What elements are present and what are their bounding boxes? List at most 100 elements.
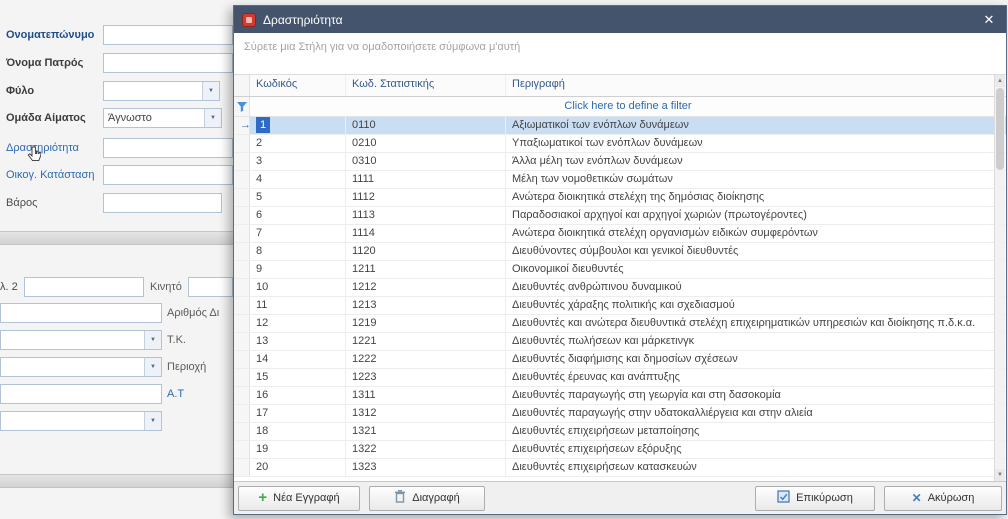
cell-description[interactable]: Διευθυντές ανθρώπινου δυναμικού — [506, 279, 1006, 296]
table-row[interactable]: 201323Διευθυντές επιχειρήσεων κατασκευών — [234, 459, 1006, 477]
table-row[interactable]: 161311Διευθυντές παραγωγής στη γεωργία κ… — [234, 387, 1006, 405]
filter-hint[interactable]: Click here to define a filter — [250, 97, 1006, 116]
delete-button[interactable]: Διαγραφή — [369, 486, 485, 511]
scroll-down-arrow[interactable]: ▼ — [995, 469, 1005, 481]
group-by-panel[interactable]: Σύρετε μια Στήλη για να ομαδοποιήσετε σύ… — [234, 33, 1006, 75]
vertical-scrollbar[interactable]: ▲ ▼ — [994, 75, 1005, 481]
table-row[interactable]: 111213Διευθυντές χάραξης πολιτικής και σ… — [234, 297, 1006, 315]
cell-description[interactable]: Υπαξιωματικοί των ενόπλων δυνάμεων — [506, 135, 1006, 152]
table-row[interactable]: 20210Υπαξιωματικοί των ενόπλων δυνάμεων — [234, 135, 1006, 153]
table-row[interactable]: 51112Ανώτερα διοικητικά στελέχη της δημό… — [234, 189, 1006, 207]
chevron-down-icon[interactable]: ▼ — [144, 331, 161, 349]
table-row[interactable]: 131221Διευθυντές πωλήσεων και μάρκετινγκ — [234, 333, 1006, 351]
cell-code[interactable]: 17 — [250, 405, 346, 422]
cell-description[interactable]: Διευθύνοντες σύμβουλοι και γενικοί διευθ… — [506, 243, 1006, 260]
marital-status-input[interactable] — [103, 165, 233, 185]
cell-code[interactable]: 9 — [250, 261, 346, 278]
table-row[interactable]: 41111Μέλη των νομοθετικών σωμάτων — [234, 171, 1006, 189]
cell-code[interactable]: 10 — [250, 279, 346, 296]
cell-statistics-code[interactable]: 1221 — [346, 333, 506, 350]
cell-statistics-code[interactable]: 1222 — [346, 351, 506, 368]
chevron-down-icon[interactable]: ▼ — [144, 412, 161, 430]
cell-statistics-code[interactable]: 1211 — [346, 261, 506, 278]
column-header-statistics[interactable]: Κωδ. Στατιστικής — [346, 75, 506, 96]
scroll-up-arrow[interactable]: ▲ — [995, 75, 1005, 87]
cell-statistics-code[interactable]: 1113 — [346, 207, 506, 224]
cell-statistics-code[interactable]: 1213 — [346, 297, 506, 314]
filter-row[interactable]: Click here to define a filter — [234, 97, 1006, 117]
cell-code[interactable]: 11 — [250, 297, 346, 314]
cell-code[interactable]: 13 — [250, 333, 346, 350]
cell-code[interactable]: 14 — [250, 351, 346, 368]
id-number-input[interactable] — [0, 303, 162, 323]
column-header-description[interactable]: Περιγραφή — [506, 75, 1006, 96]
cell-statistics-code[interactable]: 1219 — [346, 315, 506, 332]
activity-link[interactable]: Δραστηριότητα — [6, 142, 79, 154]
cell-statistics-code[interactable]: 1312 — [346, 405, 506, 422]
cell-statistics-code[interactable]: 1112 — [346, 189, 506, 206]
cell-statistics-code[interactable]: 0210 — [346, 135, 506, 152]
scrollbar-thumb[interactable] — [996, 88, 1004, 170]
table-row[interactable]: 171312Διευθυντές παραγωγής στην υδατοκαλ… — [234, 405, 1006, 423]
phone2-input[interactable] — [24, 277, 144, 297]
cell-statistics-code[interactable]: 1321 — [346, 423, 506, 440]
cell-description[interactable]: Διευθυντές πωλήσεων και μάρκετινγκ — [506, 333, 1006, 350]
cell-code[interactable]: 2 — [250, 135, 346, 152]
cell-description[interactable]: Διευθυντές έρευνας και ανάπτυξης — [506, 369, 1006, 386]
cell-statistics-code[interactable]: 1223 — [346, 369, 506, 386]
weight-input[interactable] — [103, 193, 222, 213]
cell-code[interactable]: 16 — [250, 387, 346, 404]
police-station-label[interactable]: Α.Τ — [167, 388, 184, 400]
cell-code[interactable]: 1 — [250, 117, 346, 134]
confirm-button[interactable]: Επικύρωση — [755, 486, 875, 511]
cell-description[interactable]: Διευθυντές παραγωγής στην υδατοκαλλιέργε… — [506, 405, 1006, 422]
cell-code[interactable]: 6 — [250, 207, 346, 224]
cell-statistics-code[interactable]: 1114 — [346, 225, 506, 242]
dialog-titlebar[interactable]: Δραστηριότητα ✕ — [234, 6, 1006, 33]
table-row[interactable]: 151223Διευθυντές έρευνας και ανάπτυξης — [234, 369, 1006, 387]
cell-statistics-code[interactable]: 1120 — [346, 243, 506, 260]
table-row[interactable]: 141222Διευθυντές διαφήμισης και δημοσίων… — [234, 351, 1006, 369]
cell-statistics-code[interactable]: 1311 — [346, 387, 506, 404]
cell-description[interactable]: Ανώτερα διοικητικά στελέχη οργανισμών ει… — [506, 225, 1006, 242]
cell-code[interactable]: 18 — [250, 423, 346, 440]
table-row[interactable]: 121219Διευθυντές και ανώτερα διευθυντικά… — [234, 315, 1006, 333]
cell-code[interactable]: 7 — [250, 225, 346, 242]
area-dropdown[interactable]: ▼ — [0, 357, 162, 377]
blood-type-dropdown[interactable]: Άγνωστο ▼ — [103, 108, 222, 128]
table-row[interactable]: 191322Διευθυντές επιχειρήσεων εξόρυξης — [234, 441, 1006, 459]
cancel-button[interactable]: ✕ Ακύρωση — [884, 486, 1002, 511]
cell-statistics-code[interactable]: 1322 — [346, 441, 506, 458]
filter-icon[interactable] — [234, 97, 250, 116]
cell-description[interactable]: Μέλη των νομοθετικών σωμάτων — [506, 171, 1006, 188]
cell-statistics-code[interactable]: 1323 — [346, 459, 506, 476]
fullname-input[interactable] — [103, 25, 233, 45]
table-row[interactable]: 81120Διευθύνοντες σύμβουλοι και γενικοί … — [234, 243, 1006, 261]
cell-description[interactable]: Άλλα μέλη των ενόπλων δυνάμεων — [506, 153, 1006, 170]
gender-dropdown[interactable]: ▼ — [103, 81, 220, 101]
cell-statistics-code[interactable]: 0310 — [346, 153, 506, 170]
cell-description[interactable]: Διευθυντές χάραξης πολιτικής και σχεδιασ… — [506, 297, 1006, 314]
cell-code[interactable]: 20 — [250, 459, 346, 476]
table-row[interactable]: 91211Οικονομικοί διευθυντές — [234, 261, 1006, 279]
cell-code[interactable]: 4 — [250, 171, 346, 188]
father-name-input[interactable] — [103, 53, 233, 73]
table-row[interactable]: 30310Άλλα μέλη των ενόπλων δυνάμεων — [234, 153, 1006, 171]
mobile-input[interactable] — [188, 277, 233, 297]
column-header-code[interactable]: Κωδικός — [250, 75, 346, 96]
cell-description[interactable]: Οικονομικοί διευθυντές — [506, 261, 1006, 278]
cell-code[interactable]: 19 — [250, 441, 346, 458]
table-row[interactable]: 61113Παραδοσιακοί αρχηγοί και αρχηγοί χω… — [234, 207, 1006, 225]
cell-description[interactable]: Αξιωματικοί των ενόπλων δυνάμεων — [506, 117, 1006, 134]
cell-description[interactable]: Διευθυντές διαφήμισης και δημοσίων σχέσε… — [506, 351, 1006, 368]
cell-code[interactable]: 8 — [250, 243, 346, 260]
cell-description[interactable]: Διευθυντές και ανώτερα διευθυντικά στελέ… — [506, 315, 1006, 332]
cell-description[interactable]: Διευθυντές παραγωγής στη γεωργία και στη… — [506, 387, 1006, 404]
new-record-button[interactable]: + Νέα Εγγραφή — [238, 486, 360, 511]
table-row[interactable]: →10110Αξιωματικοί των ενόπλων δυνάμεων — [234, 117, 1006, 135]
cell-code[interactable]: 12 — [250, 315, 346, 332]
table-row[interactable]: 101212Διευθυντές ανθρώπινου δυναμικού — [234, 279, 1006, 297]
cell-description[interactable]: Διευθυντές επιχειρήσεων εξόρυξης — [506, 441, 1006, 458]
police-station-input[interactable] — [0, 384, 162, 404]
cell-code[interactable]: 15 — [250, 369, 346, 386]
